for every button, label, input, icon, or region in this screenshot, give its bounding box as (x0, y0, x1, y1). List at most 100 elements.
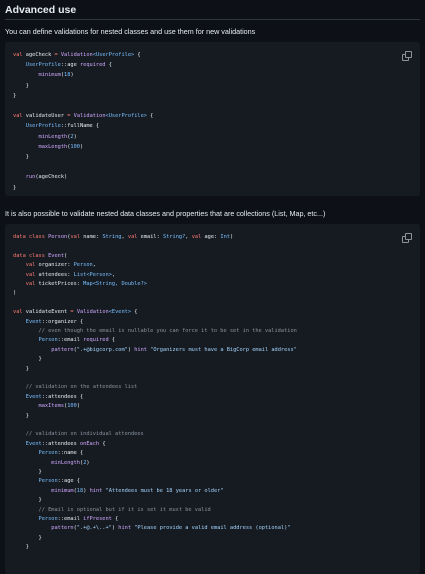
code-token: 100 (70, 143, 80, 150)
code-token: } (13, 184, 17, 191)
code-token: UserProfile (13, 62, 61, 69)
code-line: } (13, 185, 16, 192)
code-line: Person::email required { (13, 337, 116, 344)
code-token: run (13, 174, 36, 181)
code-token: } (13, 356, 42, 363)
code-token: UserProfile (13, 123, 61, 130)
code-line: minimum(18) (13, 72, 74, 79)
code-line: // Email is optional but if it is set it… (13, 507, 211, 514)
code-line: ) (13, 290, 16, 297)
code-line: } (13, 93, 16, 100)
code-token: Event (48, 252, 65, 259)
code-line: // even though the email is nullable you… (13, 328, 297, 335)
code-token: <Event> (108, 309, 132, 316)
code-token: maxItems (13, 403, 65, 410)
docs-page: Advanced use You can define validations … (0, 0, 425, 574)
code-token: Event (13, 393, 42, 400)
code-line: UserProfile::age required { (13, 62, 112, 69)
code-line: val validateUser = Validation<UserProfil… (13, 113, 153, 120)
copy-icon[interactable] (402, 51, 412, 61)
code-token: "Organizers must have a BigCorp email ad… (150, 346, 297, 353)
code-token: ::email (57, 337, 84, 344)
code-line: // validation on individual attendees (13, 431, 144, 438)
code-line: UserProfile::fullName { (13, 123, 99, 130)
code-line: val attendees: List<Person>, (13, 272, 115, 279)
code-token: { (111, 516, 119, 522)
code-line: minLength(2) (13, 134, 77, 141)
code-token: ".+@bigcorp.com" (76, 346, 128, 353)
code-token: hint (89, 487, 106, 494)
code-token: } (13, 412, 29, 419)
code-block-event-validation: data class Person (val name: String, val … (5, 224, 420, 574)
code-token: { (99, 440, 106, 447)
code-token: Person (13, 516, 58, 522)
copy-icon[interactable] (402, 233, 412, 243)
code-line: } (13, 469, 42, 476)
code-token: { (131, 309, 138, 316)
code-token: name: (83, 234, 103, 240)
code-token: organizer: (38, 262, 74, 269)
code-line: Person::email ifPresent { (13, 516, 119, 523)
code-token: <UserProfile> (92, 52, 135, 58)
code-token: // Email is optional but if it is set it… (13, 506, 211, 513)
code-token: ifPresent (83, 516, 112, 522)
code-token: ::name { (57, 450, 84, 457)
code-line: Event::attendees { (13, 394, 83, 401)
code-token: ) (73, 133, 77, 140)
code-token: <UserProfile> (105, 113, 147, 120)
code-block-user-validation: val ageCheck = Validation<UserProfile> {… (5, 42, 420, 196)
code-token: 100 (67, 403, 77, 410)
code-token: minimum (13, 72, 61, 79)
code-token: data class (13, 234, 49, 240)
code-line: val validateEvent = Validation<Event> { (13, 309, 137, 316)
code-token: Person (13, 478, 58, 485)
code-token: required (79, 62, 106, 69)
code-token: Person (73, 262, 93, 269)
code-token: Validation (60, 52, 93, 58)
code-token: Int (220, 234, 230, 240)
code-line: minLength(2) (13, 459, 90, 467)
code-token: age: (204, 234, 221, 240)
code-token: ticketPrices: (38, 281, 84, 287)
code-token: Person (48, 234, 68, 240)
code-line: Event::attendees onEach { (13, 441, 106, 448)
code-token: ::age (60, 62, 80, 69)
code-token: } (13, 534, 42, 541)
code-token: Validation (76, 309, 109, 316)
code-token: hint (134, 346, 151, 353)
code-token: } (13, 92, 17, 99)
code-token: onEach (79, 440, 100, 447)
code-line: } (13, 497, 42, 504)
code-token: email: (140, 234, 163, 240)
code-token: validateUser (25, 113, 68, 120)
code-token: ) (76, 403, 81, 410)
code-line: pattern(".+@.+\..+") hint "Please provid… (13, 525, 290, 532)
code-token: minLength (13, 459, 80, 466)
code-token: { (134, 52, 141, 58)
code-line: Person::name { (13, 450, 84, 457)
code-line: } (13, 83, 29, 90)
code-token: Person (13, 337, 58, 344)
code-token: // validation on individual attendees (13, 431, 144, 438)
code-token: } (13, 497, 42, 504)
code-token: validateEvent (25, 309, 71, 316)
code-token: val (70, 234, 84, 240)
code-token: val (127, 234, 141, 240)
code-token: "Attendees must be 18 years or older" (105, 487, 224, 494)
code-token: List<Person> (73, 271, 112, 278)
code-line: run(ageCheck) (13, 174, 67, 181)
code-token: ::attendees { (41, 393, 84, 400)
code-token: // validation on the attendees list (13, 384, 138, 391)
code-token: } (13, 544, 29, 551)
code-token: ::email (57, 516, 84, 522)
code-token: ) (86, 459, 90, 466)
code-token: val (13, 271, 39, 278)
code-token: Validation (73, 113, 106, 120)
code-line: } (13, 366, 29, 373)
code-token: val (13, 281, 39, 287)
code-line: val organizer: Person, (13, 262, 96, 269)
code-token: minimum (13, 487, 74, 494)
code-token: hint (118, 525, 135, 532)
code-token: pattern (13, 525, 74, 532)
code-line: val ticketPrices: Map<String, Double?> (13, 281, 147, 288)
